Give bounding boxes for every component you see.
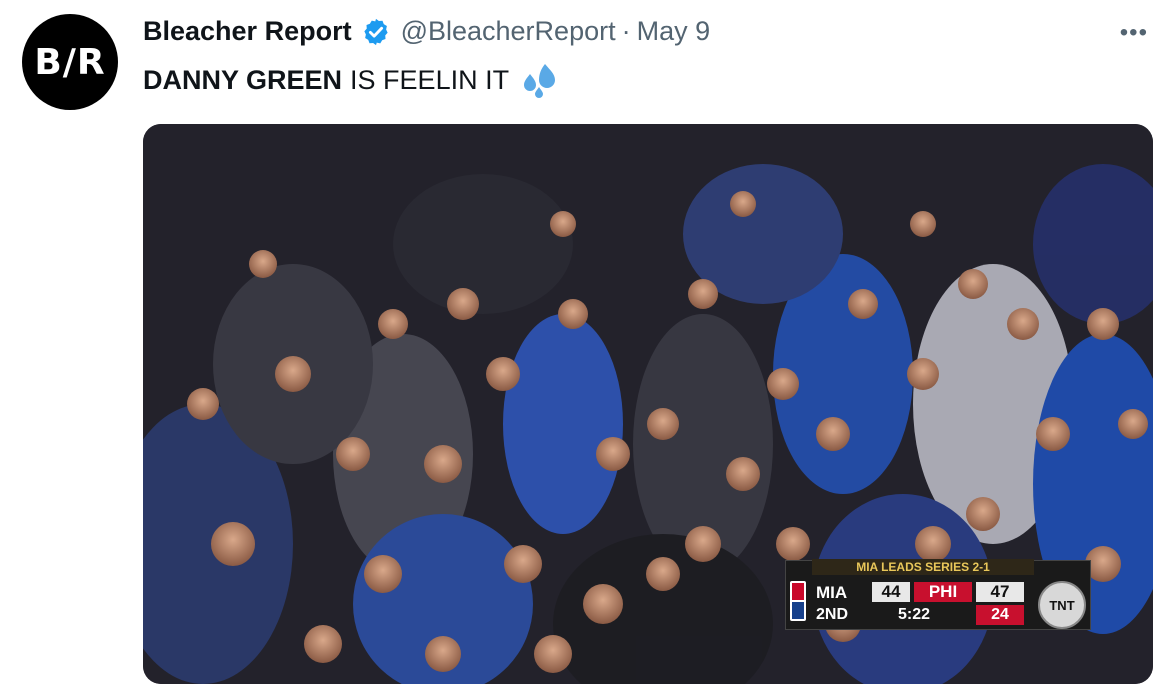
tweet-text: DANNY GREEN IS FEELIN IT (143, 60, 559, 100)
home-team: MIA (816, 583, 848, 602)
scorebug: MIA LEADS SERIES 2-1 MIA 44 PHI 47 2ND 5… (785, 559, 1091, 630)
separator-dot: · (621, 16, 631, 46)
home-score: 44 (872, 582, 910, 602)
shot-clock: 24 (976, 605, 1024, 625)
tweet-date[interactable]: May 9 (637, 16, 711, 47)
series-status: MIA LEADS SERIES 2-1 (812, 559, 1034, 575)
author-name[interactable]: Bleacher Report (143, 16, 352, 47)
avatar-logo-text: B/R (34, 41, 106, 83)
nba-logo-icon (790, 581, 806, 621)
sweat-droplets-icon (524, 64, 556, 98)
tweet-text-rest: IS FEELIN IT (350, 64, 510, 95)
quarter: 2ND (816, 606, 849, 623)
game-clock: 5:22 (898, 606, 931, 623)
avatar[interactable]: B/R (22, 14, 118, 110)
author-handle[interactable]: @BleacherReport (401, 16, 616, 47)
video-media[interactable]: MIA LEADS SERIES 2-1 MIA 44 PHI 47 2ND 5… (143, 124, 1153, 684)
tnt-logo-icon: TNT (1038, 581, 1086, 629)
away-score: 47 (976, 582, 1024, 602)
more-icon[interactable]: ••• (1120, 18, 1148, 48)
tweet-header: Bleacher Report @BleacherReport · May 9 (143, 16, 710, 47)
verified-badge-icon (363, 18, 388, 45)
tweet-text-bold: DANNY GREEN (143, 64, 343, 95)
away-team: PHI (914, 582, 972, 602)
